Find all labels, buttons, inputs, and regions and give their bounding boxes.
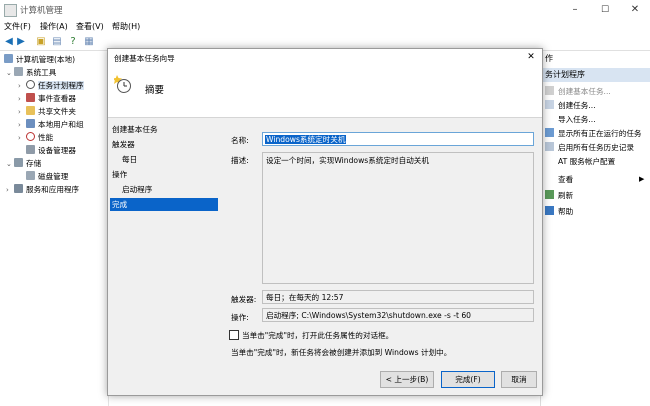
tree-item-event-viewer[interactable]: › 事件查看器	[18, 93, 76, 105]
action-show-running[interactable]: 显示所有正在运行的任务	[545, 128, 642, 140]
open-properties-label: 当单击"完成"时，打开此任务属性的对话框。	[242, 331, 394, 340]
menubar: 文件(F) 操作(A) 查看(V) 帮助(H)	[0, 20, 650, 34]
computer-management-icon	[4, 4, 17, 17]
actions-section-header[interactable]: 务计划程序	[541, 68, 650, 82]
device-manager-icon	[26, 145, 35, 154]
blank-icon	[545, 156, 554, 165]
menu-help[interactable]: 帮助(H)	[112, 21, 140, 32]
tree-item-local-users[interactable]: › 本地用户和组	[18, 119, 84, 131]
actions-pane: 作 务计划程序 创建基本任务... 创建任务... 导入任务... 显示所有正在…	[540, 52, 650, 406]
action-view[interactable]: 查看	[545, 174, 573, 186]
finish-note: 当单击"完成"时，新任务将会被创建并添加到 Windows 计划中。	[231, 348, 452, 357]
running-tasks-icon	[545, 128, 554, 137]
users-icon	[26, 119, 35, 128]
computer-icon	[4, 54, 13, 63]
tree-root[interactable]: 计算机管理(本地)	[4, 54, 75, 66]
chevron-right-icon[interactable]: ›	[18, 119, 26, 131]
task-icon	[545, 86, 554, 95]
finish-button[interactable]: 完成(F)	[441, 371, 495, 388]
name-label: 名称:	[231, 136, 249, 145]
event-viewer-icon	[26, 93, 35, 102]
tree-item-shared-folders[interactable]: › 共享文件夹	[18, 106, 76, 118]
submenu-arrow-icon: ▶	[639, 175, 645, 183]
storage-icon	[14, 158, 23, 167]
action-import-task[interactable]: 导入任务...	[545, 114, 596, 126]
action-at-service[interactable]: AT 服务帐户配置	[545, 156, 615, 168]
action-help[interactable]: 帮助	[545, 206, 573, 218]
dialog-title: 创建基本任务向导	[114, 54, 175, 63]
tree-item-performance[interactable]: › 性能	[18, 132, 53, 144]
chevron-down-icon[interactable]: ⌄	[6, 158, 14, 170]
menu-action[interactable]: 操作(A)	[40, 21, 68, 32]
tree-item-device-manager[interactable]: 设备管理器	[26, 145, 76, 157]
action-field[interactable]: 启动程序; C:\Windows\System32\shutdown.exe -…	[262, 308, 534, 322]
navigation-tree: 计算机管理(本地) ⌄ 系统工具 › 任务计划程序 › 事件查看器 › 共享文件夹 › 本…	[0, 52, 109, 406]
trigger-field[interactable]: 每日；在每天的 12:57	[262, 290, 534, 304]
window-title: 计算机管理	[20, 6, 63, 16]
wizard-step-trigger: 触发器	[112, 140, 135, 149]
description-field[interactable]: 设定一个时间，实现Windows系统定时自动关机	[262, 152, 534, 284]
up-folder-icon[interactable]: ▣	[36, 37, 46, 47]
help-icon[interactable]: ?	[68, 37, 78, 47]
refresh-icon	[545, 190, 554, 199]
open-properties-checkbox[interactable]	[229, 330, 239, 340]
action-refresh[interactable]: 刷新	[545, 190, 573, 202]
back-arrow-icon[interactable]: ◀	[4, 37, 14, 47]
help-icon	[545, 206, 554, 215]
dialog-close-button[interactable]: ✕	[524, 50, 538, 64]
import-icon	[545, 114, 554, 123]
tree-item-storage[interactable]: ⌄ 存储	[6, 158, 41, 170]
minimize-button[interactable]: –	[560, 0, 590, 20]
cancel-button[interactable]: 取消	[501, 371, 537, 388]
window-titlebar: 计算机管理 – ☐ ✕	[0, 0, 650, 20]
action-label: 操作:	[231, 313, 249, 322]
tools-icon	[14, 67, 23, 76]
wizard-step-finish: 完成	[110, 198, 218, 211]
maximize-button[interactable]: ☐	[590, 0, 620, 20]
action-enable-history[interactable]: 启用所有任务历史记录	[545, 142, 634, 154]
new-task-icon	[545, 100, 554, 109]
tree-item-services-apps[interactable]: › 服务和应用程序	[6, 184, 79, 196]
actions-header: 作	[545, 54, 553, 63]
disk-icon	[26, 171, 35, 180]
chevron-right-icon[interactable]: ›	[18, 132, 26, 144]
forward-arrow-icon[interactable]: ▶	[16, 37, 26, 47]
tree-item-task-scheduler[interactable]: › 任务计划程序	[18, 80, 84, 92]
services-icon	[14, 184, 23, 193]
wizard-clock-icon	[112, 74, 131, 93]
wizard-step-action: 操作	[112, 170, 128, 179]
chevron-right-icon[interactable]: ›	[18, 93, 26, 105]
chevron-right-icon[interactable]: ›	[6, 184, 14, 196]
trigger-label: 触发器:	[231, 295, 257, 304]
properties-icon[interactable]: ▦	[84, 37, 94, 47]
dialog-titlebar: 创建基本任务向导 ✕	[108, 49, 542, 65]
blank-icon	[545, 174, 554, 183]
wizard-step-daily: 每日	[122, 155, 138, 164]
performance-icon	[26, 132, 35, 141]
name-field[interactable]: Windows系统定时关机	[262, 132, 534, 146]
clock-icon	[26, 80, 35, 89]
back-button[interactable]: < 上一步(B)	[380, 371, 434, 388]
dialog-header-title: 摘要	[145, 85, 165, 96]
chevron-right-icon[interactable]: ›	[18, 106, 26, 118]
dialog-header: 摘要	[108, 65, 542, 118]
chevron-right-icon[interactable]: ›	[18, 80, 26, 92]
create-basic-task-wizard: 创建基本任务向导 ✕ 摘要 创建基本任务 触发器 每日 操作 启动程序 完成 名…	[107, 48, 543, 396]
action-create-task[interactable]: 创建任务...	[545, 100, 596, 112]
show-hide-tree-icon[interactable]: ▤	[52, 37, 62, 47]
tree-item-system-tools[interactable]: ⌄ 系统工具	[6, 67, 56, 79]
shared-folder-icon	[26, 106, 35, 115]
menu-view[interactable]: 查看(V)	[76, 21, 104, 32]
wizard-step-create: 创建基本任务	[112, 125, 158, 134]
action-create-basic-task[interactable]: 创建基本任务...	[545, 86, 611, 98]
close-button[interactable]: ✕	[620, 0, 650, 20]
menu-file[interactable]: 文件(F)	[4, 21, 31, 32]
history-icon	[545, 142, 554, 151]
description-label: 描述:	[231, 156, 249, 165]
wizard-step-start-program: 启动程序	[122, 185, 153, 194]
tree-item-disk-management[interactable]: 磁盘管理	[26, 171, 68, 183]
chevron-down-icon[interactable]: ⌄	[6, 67, 14, 79]
